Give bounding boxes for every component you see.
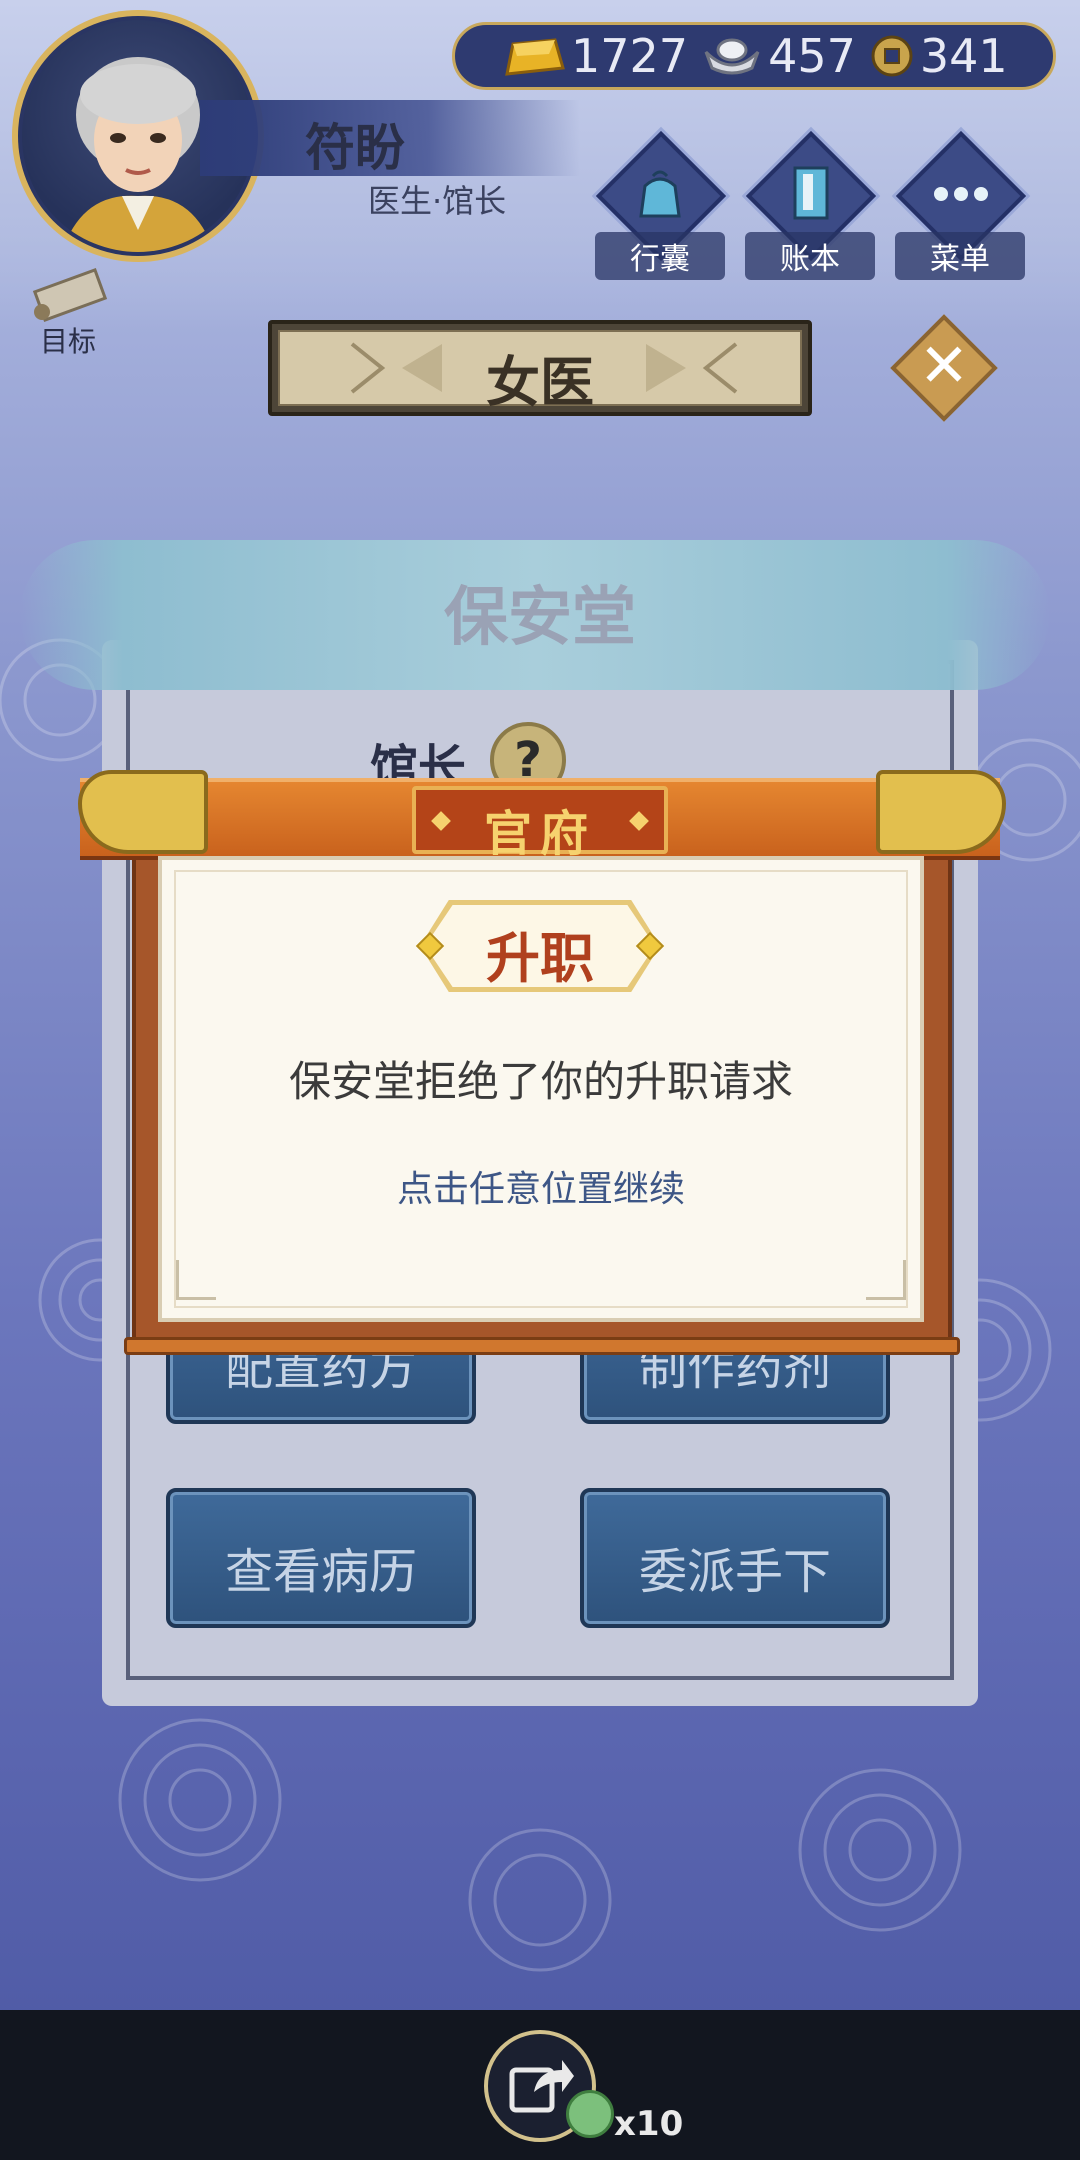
view-records-label: 查看病历 bbox=[224, 1544, 417, 1600]
modal-message: 保安堂拒绝了你的升职请求 bbox=[288, 1057, 793, 1106]
continue-hint[interactable]: 点击任意位置继续 bbox=[158, 1160, 924, 1212]
bag-label: 行囊 bbox=[595, 232, 725, 280]
reward-coin-icon bbox=[566, 2090, 614, 2138]
ledger-icon bbox=[793, 166, 829, 220]
hall-name: 保安堂 bbox=[444, 581, 636, 655]
ledger-button[interactable]: 账本 bbox=[745, 130, 877, 280]
menu-dots-icon bbox=[934, 187, 988, 201]
corner-ornament bbox=[866, 1260, 906, 1300]
gold-bar-icon bbox=[505, 38, 565, 76]
gold-currency[interactable]: 1727 bbox=[503, 29, 688, 83]
player-name: 符盼 bbox=[305, 119, 405, 177]
goal-label: 目标 bbox=[39, 325, 96, 358]
copper-coin-icon bbox=[871, 35, 913, 77]
currency-bar: 1727 457 341 bbox=[452, 22, 1056, 90]
share-reward-count: x10 bbox=[614, 2104, 684, 2144]
corner-ornament bbox=[176, 1260, 216, 1300]
modal-header-plate: 官府 bbox=[412, 786, 668, 862]
bag-button[interactable]: 行囊 bbox=[595, 130, 727, 280]
assign-staff-label: 委派手下 bbox=[638, 1544, 831, 1600]
goal-button[interactable]: 目标 bbox=[18, 262, 118, 362]
silver-ingot-icon bbox=[704, 38, 760, 75]
bag-icon bbox=[639, 170, 681, 218]
promotion-badge-label: 升职 bbox=[486, 927, 594, 990]
close-icon: ✕ bbox=[918, 331, 970, 401]
modal-title: 官府 bbox=[483, 806, 596, 862]
silver-amount: 457 bbox=[768, 29, 856, 83]
ledger-label: 账本 bbox=[745, 232, 875, 280]
promotion-badge: 升职 bbox=[415, 900, 665, 992]
menu-button[interactable]: 菜单 bbox=[895, 130, 1027, 280]
coin-currency[interactable]: 341 bbox=[870, 29, 1008, 83]
scroll-icon bbox=[32, 268, 108, 322]
modal-wing-right bbox=[876, 770, 1006, 854]
player-title: 医生·馆长 bbox=[368, 182, 507, 220]
title-plate: 女医 bbox=[268, 320, 812, 416]
assign-staff-button[interactable]: 委派手下 bbox=[580, 1488, 890, 1628]
menu-label: 菜单 bbox=[895, 232, 1025, 280]
modal-wing-left bbox=[78, 770, 208, 854]
page-title: 女医 bbox=[486, 351, 594, 414]
silver-currency[interactable]: 457 bbox=[702, 29, 856, 83]
view-records-button[interactable]: 查看病历 bbox=[166, 1488, 476, 1628]
coin-amount: 341 bbox=[919, 29, 1008, 83]
gold-amount: 1727 bbox=[571, 29, 689, 83]
